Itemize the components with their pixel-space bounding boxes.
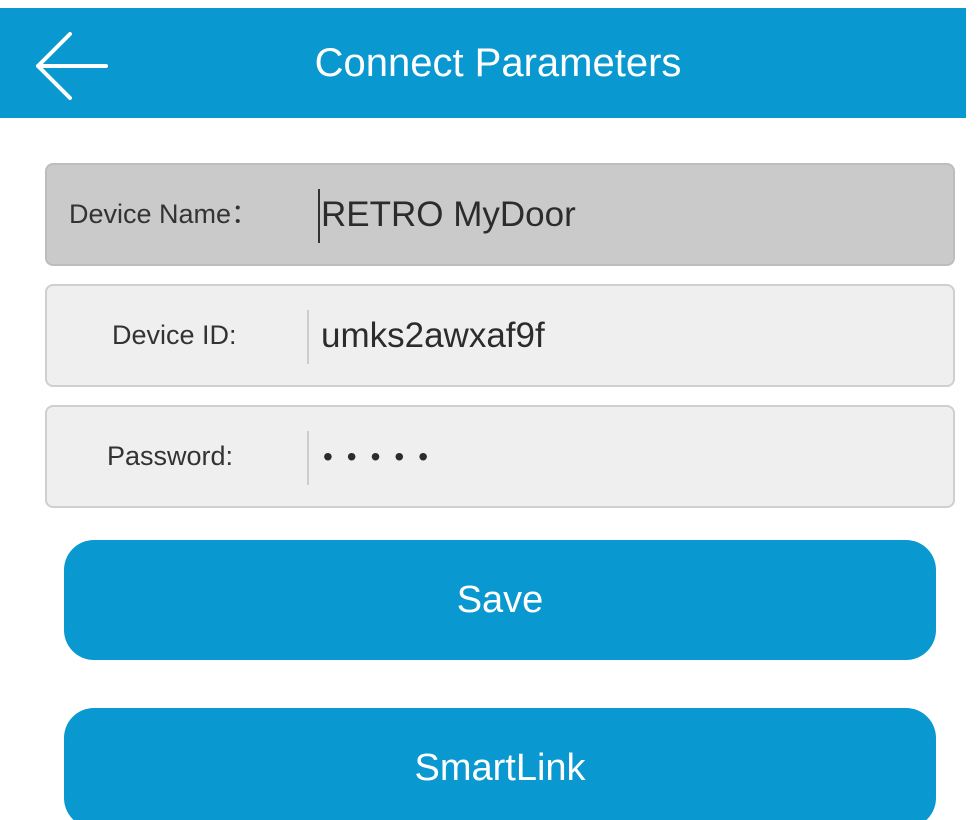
device-id-input[interactable]: umks2awxaf9f	[321, 286, 881, 385]
password-input[interactable]: •••••	[323, 407, 883, 506]
field-divider	[307, 431, 309, 485]
page-title: Connect Parameters	[314, 41, 682, 85]
device-name-input[interactable]: RETRO MyDoor	[321, 165, 881, 264]
password-field[interactable]: Password: •••••	[45, 405, 955, 508]
connect-parameters-screen: Connect Parameters Device Name： RETRO My…	[0, 0, 980, 820]
save-button[interactable]: Save	[64, 540, 936, 660]
device-name-label: Device Name：	[69, 199, 259, 229]
field-divider	[307, 310, 309, 364]
text-cursor	[318, 189, 320, 243]
app-header: Connect Parameters	[0, 8, 966, 118]
device-id-field[interactable]: Device ID: umks2awxaf9f	[45, 284, 955, 387]
device-name-field[interactable]: Device Name： RETRO MyDoor	[45, 163, 955, 266]
device-id-label: Device ID:	[112, 320, 237, 350]
password-label: Password:	[107, 441, 234, 471]
smartlink-button[interactable]: SmartLink	[64, 708, 936, 820]
